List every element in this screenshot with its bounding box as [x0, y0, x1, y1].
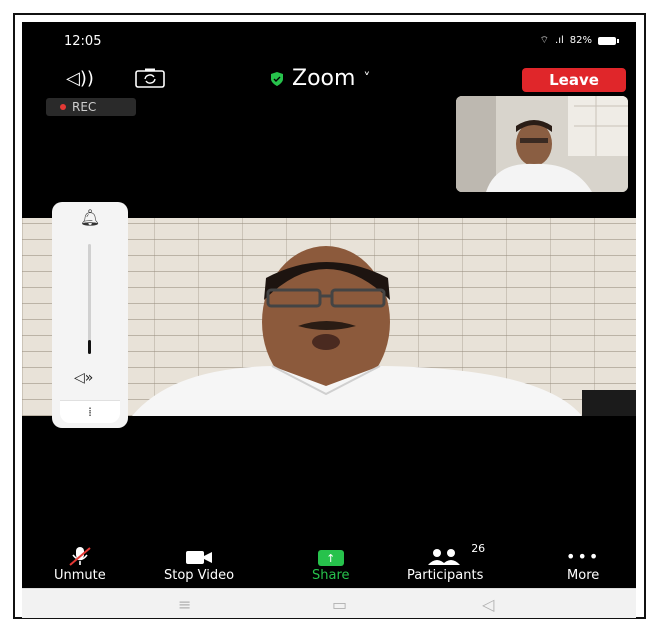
unmute-label: Unmute [54, 568, 106, 583]
status-bar: 12:05 ⌔ .ıl 82% [22, 22, 636, 62]
video-camera-icon [186, 551, 213, 564]
recording-badge: REC [46, 98, 136, 116]
shield-icon [271, 71, 283, 86]
menu-nav-icon[interactable]: ≡ [178, 595, 191, 614]
volume-panel: 🔔︎ ◁» ⁞ [52, 202, 128, 428]
participants-count: 26 [471, 542, 486, 555]
meeting-title[interactable]: Zoom ˅ [270, 66, 370, 91]
volume-more-button[interactable]: ⁞ [60, 400, 120, 423]
camera-switch-icon[interactable] [134, 68, 166, 88]
home-nav-icon[interactable]: ▭ [332, 595, 347, 614]
more-dots-icon: ••• [566, 547, 601, 566]
mic-muted-icon [69, 547, 91, 566]
more-label: More [567, 568, 600, 583]
signal-icon: .ıl [555, 35, 564, 46]
participants-label: Participants [407, 568, 484, 583]
unmute-button[interactable]: Unmute [54, 546, 106, 583]
volume-icon: ◁» [74, 370, 94, 386]
speaker-icon[interactable]: ◁)) [66, 68, 94, 89]
bell-icon[interactable]: 🔔︎ [76, 206, 104, 230]
volume-track[interactable] [88, 244, 91, 354]
battery-percent: 82% [569, 35, 592, 46]
thumbnail-video-image [456, 96, 628, 192]
share-arrow-icon: ↑ [317, 550, 344, 566]
participants-button[interactable]: 26 Participants [407, 542, 485, 583]
status-icons: ⌔ .ıl 82% [539, 34, 619, 47]
stop-video-label: Stop Video [164, 568, 235, 583]
wifi-icon: ⌔ [539, 35, 550, 46]
meeting-title-text: Zoom [292, 66, 356, 91]
status-time: 12:05 [64, 34, 102, 49]
rec-label: REC [72, 100, 97, 114]
phone-screen: 12:05 ⌔ .ıl 82% ◁)) Zoom ˅ Leave REC 🔔︎ … [22, 22, 636, 618]
volume-fill[interactable] [88, 340, 91, 354]
share-label: Share [312, 568, 350, 583]
meeting-toolbar: Unmute Stop Video ↑ Share 26 Participant… [22, 542, 636, 584]
back-nav-icon[interactable]: ◁ [482, 595, 494, 614]
more-button[interactable]: ••• More [566, 546, 600, 583]
participants-icon [428, 549, 461, 565]
battery-icon [598, 36, 619, 45]
rec-dot-icon [60, 104, 66, 110]
leave-button[interactable]: Leave [522, 68, 626, 92]
meeting-top-bar: ◁)) Zoom ˅ Leave [22, 66, 636, 96]
self-view-thumbnail[interactable] [456, 96, 628, 192]
share-button[interactable]: ↑ Share [312, 546, 350, 583]
stop-video-button[interactable]: Stop Video [164, 546, 234, 583]
chevron-down-icon: ˅ [363, 70, 371, 87]
android-nav-bar: ≡ ▭ ◁ [22, 588, 636, 618]
